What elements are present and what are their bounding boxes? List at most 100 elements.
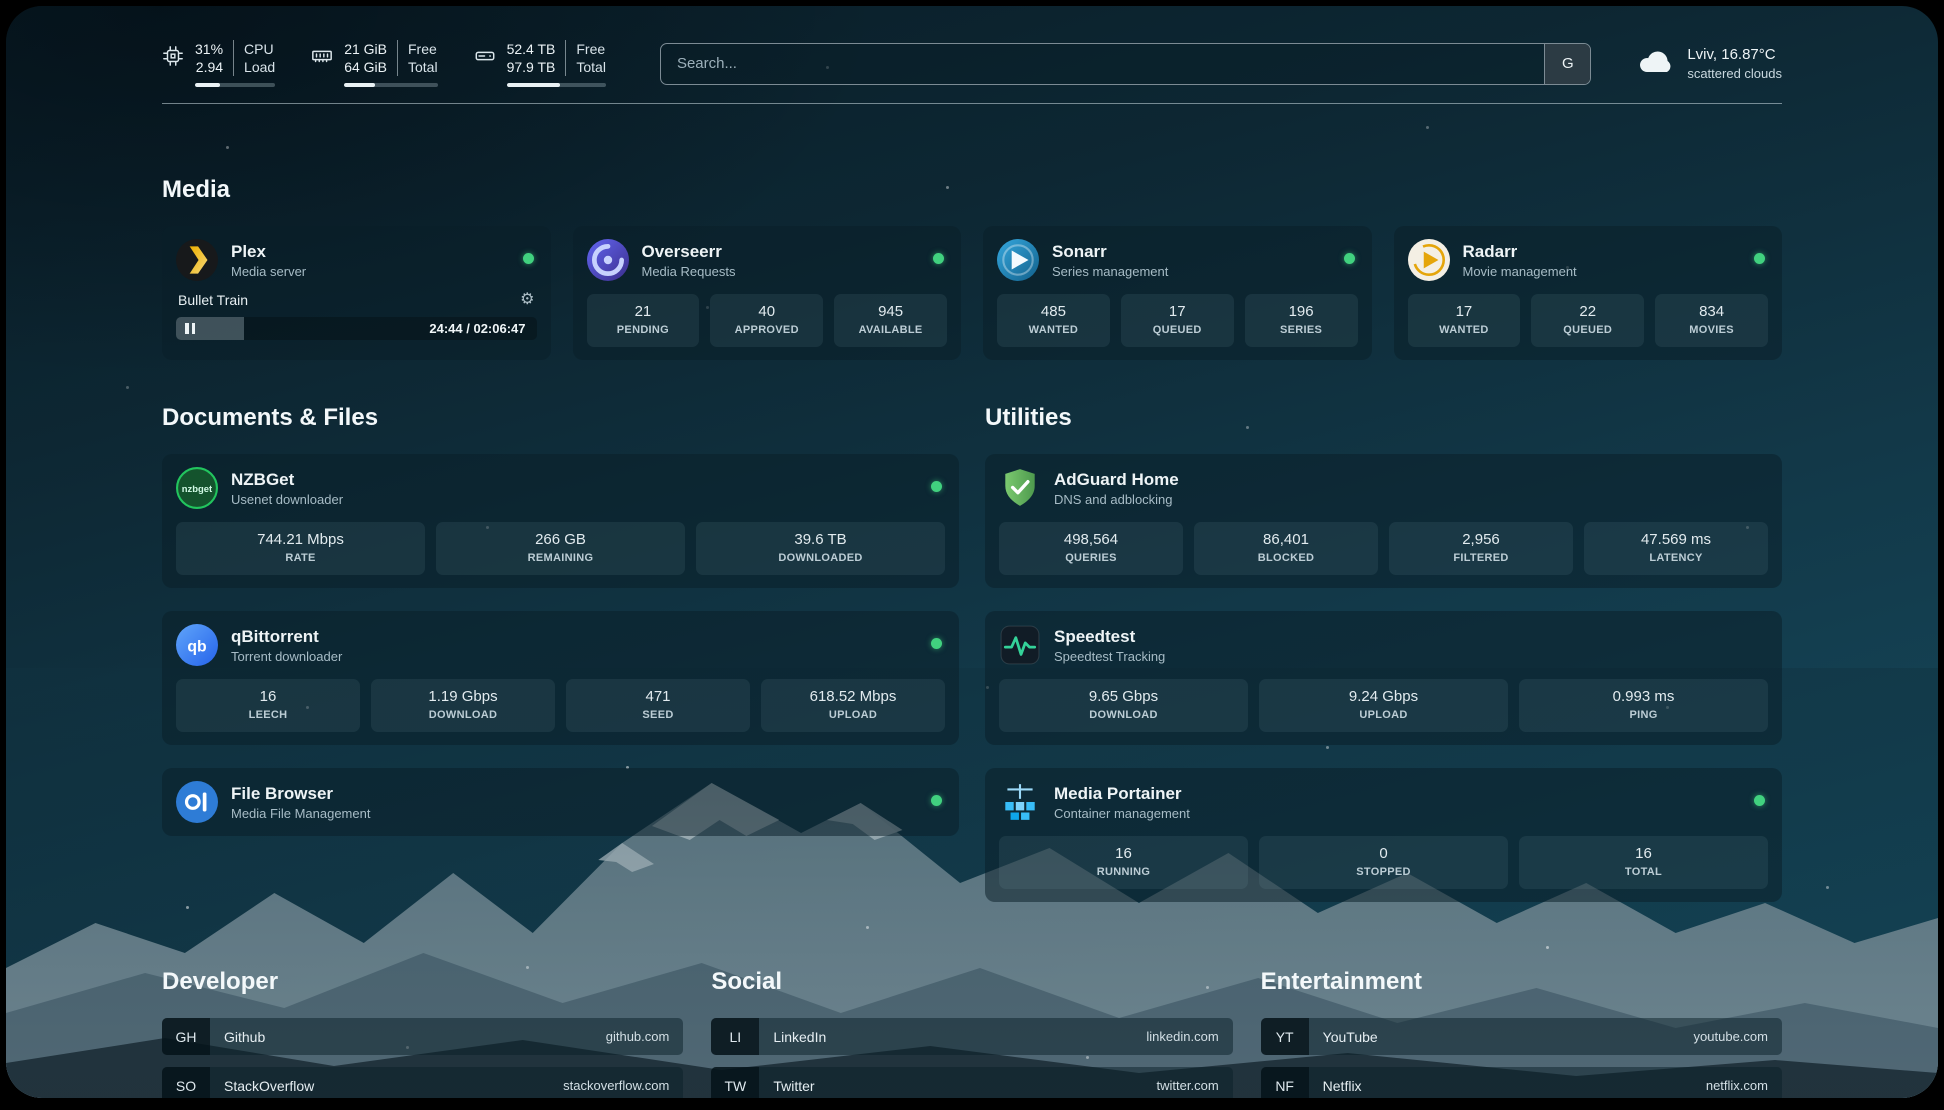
service-subtitle: Speedtest Tracking bbox=[1054, 648, 1165, 665]
search-bar: G bbox=[660, 43, 1591, 85]
stat-tile: 17 QUEUED bbox=[1121, 294, 1234, 347]
stat-tile: 86,401 BLOCKED bbox=[1194, 522, 1378, 575]
stat-value: 471 bbox=[570, 687, 746, 707]
service-name: Overseerr bbox=[642, 241, 736, 263]
stat-tile: 834 MOVIES bbox=[1655, 294, 1768, 347]
bookmark-netflix[interactable]: NF Netflix netflix.com bbox=[1261, 1067, 1782, 1098]
bookmarks-entertainment: Entertainment YT YouTube youtube.com NF … bbox=[1261, 968, 1782, 1098]
stat-label: SERIES bbox=[1249, 323, 1354, 338]
service-name: Speedtest bbox=[1054, 626, 1165, 648]
bookmark-linkedin[interactable]: LI LinkedIn linkedin.com bbox=[711, 1018, 1232, 1055]
stat-tile: 0.993 ms PING bbox=[1519, 679, 1768, 732]
radarr-icon bbox=[1408, 239, 1450, 281]
status-dot bbox=[1754, 795, 1765, 806]
stat-tile: 40 APPROVED bbox=[710, 294, 823, 347]
bookmarks-title-entertainment: Entertainment bbox=[1261, 968, 1782, 996]
service-card-filebrowser[interactable]: File Browser Media File Management bbox=[162, 768, 959, 836]
stat-tile: 744.21 Mbps RATE bbox=[176, 522, 425, 575]
section-documents: Documents & Files nzbget NZBGet Usenet d… bbox=[162, 404, 959, 902]
service-name: qBittorrent bbox=[231, 626, 342, 648]
bookmark-abbr: YT bbox=[1261, 1018, 1309, 1055]
bookmark-url: youtube.com bbox=[1694, 1029, 1782, 1044]
stat-value: 39.6 TB bbox=[700, 530, 941, 550]
overseerr-icon bbox=[587, 239, 629, 281]
stat-label: RUNNING bbox=[1003, 865, 1244, 880]
stat-label: MOVIES bbox=[1659, 323, 1764, 338]
bookmark-stackoverflow[interactable]: SO StackOverflow stackoverflow.com bbox=[162, 1067, 683, 1098]
stat-value: 266 GB bbox=[440, 530, 681, 550]
cpu-progress-bar bbox=[195, 83, 275, 87]
stat-value: 17 bbox=[1412, 302, 1517, 322]
service-card-plex[interactable]: Plex Media server Bullet Train ⚙ 24:44 /… bbox=[162, 226, 551, 360]
memory-total-value: 64 GiB bbox=[344, 58, 387, 76]
pause-icon[interactable] bbox=[185, 323, 195, 334]
stat-tile: 16 LEECH bbox=[176, 679, 360, 732]
service-name: AdGuard Home bbox=[1054, 469, 1179, 491]
bookmark-abbr: TW bbox=[711, 1067, 759, 1098]
service-card-speedtest[interactable]: Speedtest Speedtest Tracking 9.65 Gbps D… bbox=[985, 611, 1782, 745]
memory-progress-fill bbox=[344, 83, 375, 87]
bookmark-github[interactable]: GH Github github.com bbox=[162, 1018, 683, 1055]
service-subtitle: Media server bbox=[231, 263, 306, 280]
bookmark-url: twitter.com bbox=[1157, 1078, 1233, 1093]
memory-total-label: Total bbox=[408, 58, 438, 76]
cloud-icon bbox=[1637, 46, 1675, 81]
snow-flakes bbox=[6, 6, 9, 9]
service-card-qbittorrent[interactable]: qb qBittorrent Torrent downloader 16 bbox=[162, 611, 959, 745]
stat-tile: 9.24 Gbps UPLOAD bbox=[1259, 679, 1508, 732]
service-card-radarr[interactable]: Radarr Movie management 17 WANTED 22 QUE… bbox=[1394, 226, 1783, 360]
stat-value: 498,564 bbox=[1003, 530, 1179, 550]
speedtest-icon bbox=[999, 624, 1041, 666]
service-card-overseerr[interactable]: Overseerr Media Requests 21 PENDING 40 A… bbox=[573, 226, 962, 360]
stat-label: DOWNLOADED bbox=[700, 551, 941, 566]
bookmark-url: netflix.com bbox=[1706, 1078, 1782, 1093]
stat-label: DOWNLOAD bbox=[1003, 708, 1244, 723]
stat-label: QUEUED bbox=[1535, 323, 1640, 338]
service-subtitle: Movie management bbox=[1463, 263, 1577, 280]
stat-label: PING bbox=[1523, 708, 1764, 723]
stat-value: 744.21 Mbps bbox=[180, 530, 421, 550]
status-dot bbox=[931, 795, 942, 806]
stat-label: TOTAL bbox=[1523, 865, 1764, 880]
status-dot bbox=[931, 481, 942, 492]
bookmark-name: YouTube bbox=[1309, 1029, 1694, 1045]
playback-progress-bar[interactable]: 24:44 / 02:06:47 bbox=[176, 317, 537, 340]
gear-icon[interactable]: ⚙ bbox=[520, 292, 534, 308]
cpu-load-label: Load bbox=[244, 58, 275, 76]
stat-tile: 9.65 Gbps DOWNLOAD bbox=[999, 679, 1248, 732]
section-title-utilities: Utilities bbox=[985, 404, 1782, 432]
cpu-icon bbox=[162, 45, 184, 72]
stat-value: 834 bbox=[1659, 302, 1764, 322]
stat-value: 47.569 ms bbox=[1588, 530, 1764, 550]
disk-free-label: Free bbox=[576, 40, 606, 58]
stat-value: 9.24 Gbps bbox=[1263, 687, 1504, 707]
service-card-nzbget[interactable]: nzbget NZBGet Usenet downloader 744.21 M… bbox=[162, 454, 959, 588]
bookmark-abbr: SO bbox=[162, 1067, 210, 1098]
stat-tile: 21 PENDING bbox=[587, 294, 700, 347]
search-provider-button[interactable]: G bbox=[1544, 44, 1590, 84]
stat-value: 21 bbox=[591, 302, 696, 322]
stat-tile: 2,956 FILTERED bbox=[1389, 522, 1573, 575]
svg-text:qb: qb bbox=[187, 638, 206, 655]
status-dot bbox=[931, 638, 942, 649]
cpu-load-value: 2.94 bbox=[195, 58, 223, 76]
stat-value: 86,401 bbox=[1198, 530, 1374, 550]
bookmark-name: Github bbox=[210, 1029, 606, 1045]
stat-label: WANTED bbox=[1001, 323, 1106, 338]
bookmark-name: Twitter bbox=[759, 1078, 1156, 1094]
svg-text:nzbget: nzbget bbox=[182, 484, 213, 495]
service-card-sonarr[interactable]: Sonarr Series management 485 WANTED 17 Q… bbox=[983, 226, 1372, 360]
stat-value: 16 bbox=[180, 687, 356, 707]
plex-icon bbox=[176, 239, 218, 281]
bookmarks-title-social: Social bbox=[711, 968, 1232, 996]
service-card-portainer[interactable]: Media Portainer Container management 16 … bbox=[985, 768, 1782, 902]
stat-tile: 47.569 ms LATENCY bbox=[1584, 522, 1768, 575]
bookmark-youtube[interactable]: YT YouTube youtube.com bbox=[1261, 1018, 1782, 1055]
service-card-adguard[interactable]: AdGuard Home DNS and adblocking 498,564 … bbox=[985, 454, 1782, 588]
stat-value: 2,956 bbox=[1393, 530, 1569, 550]
stat-value: 22 bbox=[1535, 302, 1640, 322]
service-subtitle: Series management bbox=[1052, 263, 1168, 280]
search-input[interactable] bbox=[661, 44, 1544, 84]
bookmark-twitter[interactable]: TW Twitter twitter.com bbox=[711, 1067, 1232, 1098]
stat-label: UPLOAD bbox=[1263, 708, 1504, 723]
